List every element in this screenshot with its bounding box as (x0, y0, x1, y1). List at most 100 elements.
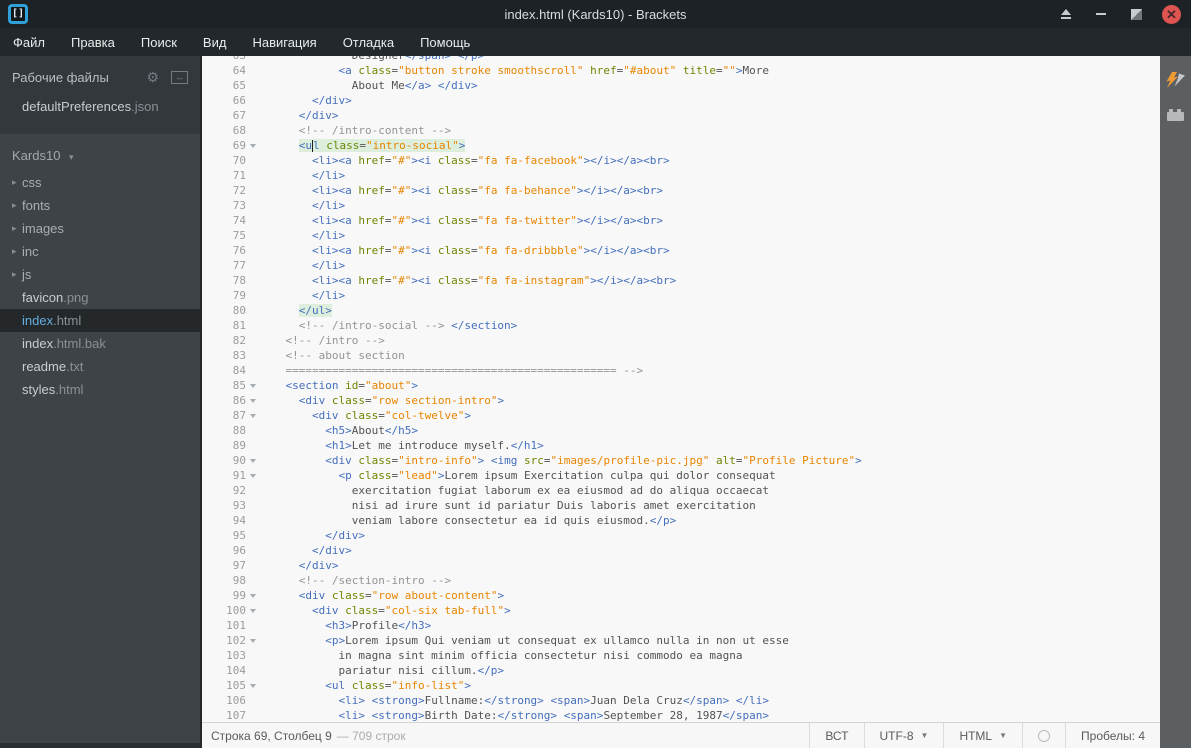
folder-item[interactable]: ▸ inc (0, 240, 200, 263)
code-text: <div class="col-twelve"> (311, 409, 471, 422)
code-line: 89 <h1>Let me introduce myself.</h1> (202, 438, 1160, 453)
file-name: index (22, 313, 54, 328)
code-text: <p class="lead">Lorem ipsum Exercitation… (338, 469, 776, 482)
fold-arrow (246, 603, 259, 618)
file-name: fonts (22, 198, 51, 213)
code-line: 100 <div class="col-six tab-full"> (202, 603, 1160, 618)
line-number: 99 (232, 589, 246, 602)
menu-item[interactable]: Правка (58, 28, 128, 56)
code-text: <li><a href="#"><i class="fa fa-facebook… (311, 154, 670, 167)
menu-item[interactable]: Помощь (407, 28, 483, 56)
folder-item[interactable]: ▸ images (0, 217, 200, 240)
code-text: </li> (311, 259, 346, 272)
working-file-item[interactable]: defaultPreferences.json (0, 95, 200, 118)
line-number: 93 (232, 499, 246, 512)
file-item[interactable]: styles .html (0, 378, 200, 401)
fold-arrow (246, 588, 259, 603)
code-line: 64 <a class="button stroke smoothscroll"… (202, 63, 1160, 78)
line-number: 63 (202, 56, 246, 63)
code-line: 92 exercitation fugiat laborum ex ea eiu… (202, 483, 1160, 498)
line-number: 104 (226, 664, 246, 677)
code-line: 73 </li> (202, 198, 1160, 213)
code-line: 103 in magna sint minim officia consecte… (202, 648, 1160, 663)
file-ext: .html.bak (53, 336, 106, 351)
split-view-icon[interactable]: ↔ (171, 71, 188, 84)
code-text: <li> <strong>Birth Date:</strong> <span>… (338, 709, 770, 722)
code-line: 101 <h3>Profile</h3> (202, 618, 1160, 633)
working-files-list: defaultPreferences.json (0, 95, 200, 118)
line-number: 80 (232, 304, 246, 317)
shade-button[interactable] (1057, 5, 1075, 23)
menu-item[interactable]: Отладка (330, 28, 407, 56)
code-line: 79 </li> (202, 288, 1160, 303)
project-selector[interactable]: Kards10 ▾ (0, 134, 200, 171)
menu-item[interactable]: Навигация (239, 28, 329, 56)
code-line: 96 </div> (202, 543, 1160, 558)
fold-arrow-icon (249, 593, 256, 598)
fold-arrow-icon (249, 473, 256, 478)
lint-status[interactable] (1022, 723, 1065, 748)
code-line: 102 <p>Lorem ipsum Qui veniam ut consequ… (202, 633, 1160, 648)
line-number: 102 (226, 634, 246, 647)
code-line: 69 <ul class="intro-social"> (202, 138, 1160, 153)
extension-manager-icon[interactable] (1167, 109, 1184, 121)
lint-status-icon (1038, 729, 1051, 742)
code-text: <ul class="intro-social"> (298, 139, 466, 152)
code-editor[interactable]: 63 Designer</span> </p>64 <a class="butt… (202, 56, 1160, 722)
language-selector[interactable]: HTML ▼ (943, 723, 1022, 748)
line-number: 79 (232, 289, 246, 302)
line-number: 105 (226, 679, 246, 692)
minimize-button[interactable] (1092, 5, 1110, 23)
line-number: 66 (232, 94, 246, 107)
code-text: <!-- about section (285, 349, 405, 362)
code-line: 66 </div> (202, 93, 1160, 108)
file-ext: .html (55, 382, 84, 397)
gear-icon[interactable]: ⚙ (146, 69, 159, 86)
file-name: readme (22, 359, 67, 374)
code-lines: 63 Designer</span> </p>64 <a class="butt… (202, 56, 1160, 722)
line-number: 81 (232, 319, 246, 332)
maximize-button[interactable] (1127, 5, 1145, 23)
insert-mode-indicator[interactable]: ВСТ (809, 723, 863, 748)
code-line: 70 <li><a href="#"><i class="fa fa-faceb… (202, 153, 1160, 168)
code-line: 93 nisi ad irure sunt id pariatur Duis l… (202, 498, 1160, 513)
fold-arrow (246, 393, 259, 408)
live-preview-icon[interactable] (1165, 72, 1186, 88)
line-number: 101 (226, 619, 246, 632)
fold-arrow (246, 453, 259, 468)
menu-item[interactable]: Поиск (128, 28, 190, 56)
code-text: Designer</span> </p> (259, 56, 484, 63)
menu-item[interactable]: Вид (190, 28, 240, 56)
fold-arrow-icon (249, 458, 256, 463)
code-line: 84 =====================================… (202, 363, 1160, 378)
file-item[interactable]: index .html.bak (0, 332, 200, 355)
maximize-icon (1130, 8, 1142, 20)
code-text: pariatur nisi cillum.</p> (259, 664, 505, 677)
code-line: 78 <li><a href="#"><i class="fa fa-insta… (202, 273, 1160, 288)
titlebar: [] index.html (Kards10) - Brackets ✕ (0, 0, 1191, 28)
close-button[interactable]: ✕ (1162, 4, 1181, 24)
folder-item[interactable]: ▸ js (0, 263, 200, 286)
folder-item[interactable]: ▸ css (0, 171, 200, 194)
file-item[interactable]: readme .txt (0, 355, 200, 378)
menu-item[interactable]: Файл (0, 28, 58, 56)
line-number: 87 (232, 409, 246, 422)
sidebar: Рабочие файлы ⚙ ↔ defaultPreferences.jso… (0, 56, 200, 748)
code-text: </ul> (298, 304, 332, 317)
line-number: 69 (232, 139, 246, 152)
code-line: 82 <!-- /intro --> (202, 333, 1160, 348)
spaces-setting[interactable]: Пробелы: 4 (1065, 723, 1160, 748)
line-number: 103 (226, 649, 246, 662)
file-ext: .png (63, 290, 89, 305)
file-item[interactable]: favicon .png (0, 286, 200, 309)
line-number: 73 (232, 199, 246, 212)
line-number: 100 (226, 604, 246, 617)
line-number: 94 (232, 514, 246, 527)
chevron-down-icon: ▼ (920, 731, 929, 740)
file-item[interactable]: index .html (0, 309, 200, 332)
code-text: </div> (298, 559, 339, 572)
folder-item[interactable]: ▸ fonts (0, 194, 200, 217)
encoding-selector[interactable]: UTF-8 ▼ (863, 723, 944, 748)
file-ext: .txt (66, 359, 84, 374)
code-text: <h1>Let me introduce myself.</h1> (325, 439, 544, 452)
